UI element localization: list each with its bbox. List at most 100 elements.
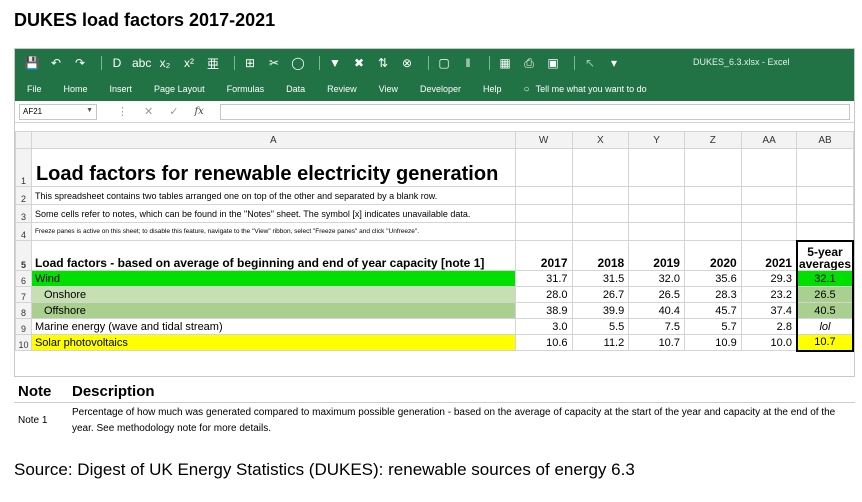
cell[interactable]	[740, 204, 798, 223]
description-cell[interactable]: This spreadsheet contains two tables arr…	[30, 186, 516, 205]
value-cell[interactable]: 32.0	[628, 270, 685, 287]
cell[interactable]	[514, 186, 573, 205]
tab-formulas[interactable]: Formulas	[227, 84, 265, 94]
column-header[interactable]: AA	[740, 131, 798, 149]
row-header[interactable]: 10	[15, 334, 32, 351]
strikethrough-icon[interactable]: abc	[132, 56, 151, 70]
cell[interactable]	[514, 204, 573, 223]
column-header[interactable]: Z	[683, 131, 742, 149]
cell[interactable]	[628, 222, 685, 241]
split-icon[interactable]: ‖	[459, 56, 477, 70]
row-header[interactable]: 3	[15, 204, 32, 223]
description-cell[interactable]: Freeze panes is active on this sheet; to…	[30, 222, 516, 241]
tab-data[interactable]: Data	[286, 84, 305, 94]
cell[interactable]	[740, 148, 798, 187]
cell[interactable]	[571, 204, 630, 223]
tab-developer[interactable]: Developer	[420, 84, 461, 94]
cell[interactable]	[740, 222, 798, 241]
cell[interactable]	[796, 204, 854, 223]
average-header[interactable]: 5-year averages	[795, 239, 854, 271]
column-header[interactable]: Y	[628, 131, 685, 149]
value-cell[interactable]: 26.5	[628, 286, 685, 303]
year-header[interactable]: 2018	[571, 240, 630, 271]
row-header[interactable]: 6	[15, 270, 32, 287]
tab-review[interactable]: Review	[327, 84, 357, 94]
average-cell[interactable]: 10.7	[795, 334, 854, 352]
average-cell[interactable]: 40.5	[795, 302, 854, 319]
save-icon[interactable]: 💾	[23, 56, 41, 70]
cancel-icon[interactable]: ✕	[144, 105, 153, 118]
row-label[interactable]: Offshore	[30, 302, 516, 319]
row-header[interactable]: 7	[15, 286, 32, 303]
value-cell[interactable]: 37.4	[740, 302, 798, 319]
year-header[interactable]: 2019	[628, 240, 685, 271]
value-cell[interactable]: 7.5	[628, 318, 685, 335]
clear-filter-icon[interactable]: ✖	[350, 56, 368, 70]
tab-insert[interactable]: Insert	[110, 84, 133, 94]
value-cell[interactable]: 29.3	[740, 270, 798, 287]
cell[interactable]	[683, 148, 742, 187]
cell[interactable]	[796, 186, 854, 205]
value-cell[interactable]: 31.5	[571, 270, 630, 287]
row-label[interactable]: Solar photovoltaics	[30, 334, 516, 351]
chevron-down-icon[interactable]: ▼	[86, 107, 93, 114]
average-cell[interactable]: 26.5	[795, 286, 854, 303]
cell[interactable]	[514, 222, 573, 241]
value-cell[interactable]: 39.9	[571, 302, 630, 319]
value-cell[interactable]: 28.0	[514, 286, 573, 303]
tab-help[interactable]: Help	[483, 84, 502, 94]
average-cell[interactable]: lol	[795, 318, 854, 335]
tab-home[interactable]: Home	[64, 84, 88, 94]
value-cell[interactable]: 10.7	[628, 334, 685, 351]
merge-icon[interactable]: ⊞	[241, 56, 259, 70]
cell[interactable]	[683, 222, 742, 241]
undo-icon[interactable]: ↶	[47, 56, 65, 70]
row-label[interactable]: Onshore	[30, 286, 516, 303]
tab-page-layout[interactable]: Page Layout	[154, 84, 205, 94]
row-header[interactable]: 4	[15, 222, 32, 241]
value-cell[interactable]: 10.9	[683, 334, 742, 351]
select-all-corner[interactable]	[15, 131, 32, 149]
cell[interactable]	[796, 148, 854, 187]
form-icon[interactable]: ▦	[496, 56, 514, 70]
value-cell[interactable]: 45.7	[683, 302, 742, 319]
phonetic-icon[interactable]: 亜	[204, 55, 222, 72]
value-cell[interactable]: 5.5	[571, 318, 630, 335]
column-header[interactable]: W	[514, 131, 573, 149]
row-header[interactable]: 2	[15, 186, 32, 205]
remove-icon[interactable]: ⊗	[398, 56, 416, 70]
average-cell[interactable]: 32.1	[795, 270, 854, 287]
tab-view[interactable]: View	[379, 84, 398, 94]
value-cell[interactable]: 28.3	[683, 286, 742, 303]
row-header[interactable]: 8	[15, 302, 32, 319]
value-cell[interactable]: 35.6	[683, 270, 742, 287]
cell[interactable]	[571, 222, 630, 241]
table-header-label[interactable]: Load factors - based on average of begin…	[30, 240, 516, 271]
cut-icon[interactable]: ✂	[265, 56, 283, 70]
tab-file[interactable]: File	[27, 84, 42, 94]
cell[interactable]	[628, 148, 685, 187]
column-header[interactable]: X	[571, 131, 630, 149]
underline-icon[interactable]: D	[108, 56, 126, 70]
pointer-icon[interactable]: ↖	[581, 56, 599, 70]
formula-input[interactable]	[219, 103, 850, 120]
row-header[interactable]: 5	[15, 240, 32, 271]
cell[interactable]	[683, 186, 742, 205]
cell[interactable]	[514, 148, 573, 187]
share-icon[interactable]: ◯	[289, 56, 307, 70]
row-header[interactable]: 9	[15, 318, 32, 335]
print-icon[interactable]: ⎙	[520, 56, 538, 71]
insert-function-icon[interactable]: fx	[194, 106, 203, 117]
sheet-title[interactable]: Load factors for renewable electricity g…	[30, 148, 516, 187]
value-cell[interactable]: 3.0	[514, 318, 573, 335]
description-cell[interactable]: Some cells refer to notes, which can be …	[30, 204, 516, 223]
subscript-icon[interactable]: x₂	[156, 56, 174, 70]
value-cell[interactable]: 5.7	[683, 318, 742, 335]
column-header[interactable]: AB	[796, 131, 854, 149]
value-cell[interactable]: 2.8	[740, 318, 798, 335]
cell[interactable]	[628, 204, 685, 223]
value-cell[interactable]: 10.0	[740, 334, 798, 351]
value-cell[interactable]: 31.7	[514, 270, 573, 287]
row-label[interactable]: Marine energy (wave and tidal stream)	[30, 318, 516, 335]
tell-me-search[interactable]: Tell me what you want to do	[536, 84, 647, 94]
